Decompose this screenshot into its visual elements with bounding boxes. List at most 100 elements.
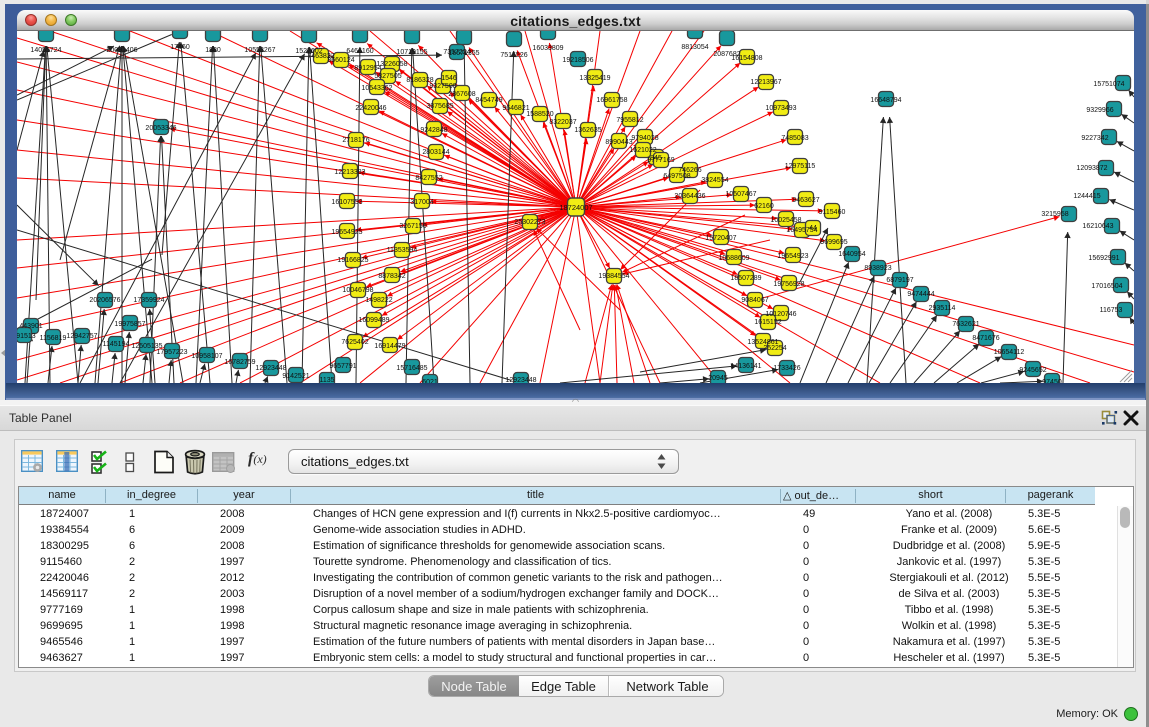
svg-text:9242848: 9242848 xyxy=(420,127,447,134)
svg-text:10025458: 10025458 xyxy=(770,217,801,224)
svg-text:9327508: 9327508 xyxy=(429,83,456,90)
svg-text:1621022: 1621022 xyxy=(629,147,656,154)
svg-text:8427552: 8427552 xyxy=(415,175,442,182)
svg-text:12923448: 12923448 xyxy=(255,365,286,372)
svg-text:3824554: 3824554 xyxy=(701,177,728,184)
svg-text:19975857: 19975857 xyxy=(114,321,145,328)
svg-text:6021: 6021 xyxy=(422,379,438,383)
svg-text:16107553: 16107553 xyxy=(331,199,362,206)
svg-text:19654923: 19654923 xyxy=(777,253,808,260)
svg-text:1156819: 1156819 xyxy=(40,335,67,342)
svg-text:19166825: 19166825 xyxy=(337,257,368,264)
svg-text:12213967: 12213967 xyxy=(750,79,781,86)
svg-text:8454749: 8454749 xyxy=(475,97,502,104)
svg-text:10688609: 10688609 xyxy=(718,255,749,262)
svg-text:12975115: 12975115 xyxy=(785,163,816,170)
svg-text:9329966: 9329966 xyxy=(1086,107,1113,114)
svg-text:12923448: 12923448 xyxy=(505,377,536,383)
svg-text:9794028: 9794028 xyxy=(631,135,658,142)
svg-text:18507289: 18507289 xyxy=(730,275,761,282)
svg-text:6497508: 6497508 xyxy=(663,173,690,180)
svg-text:1615152: 1615152 xyxy=(754,319,781,326)
svg-text:10507467: 10507467 xyxy=(725,191,756,198)
svg-text:97450: 97450 xyxy=(1042,379,1062,383)
svg-text:8660124: 8660124 xyxy=(327,57,354,64)
svg-text:14055724: 14055724 xyxy=(30,47,61,54)
svg-text:15716485: 15716485 xyxy=(396,365,427,372)
svg-text:17359924: 17359924 xyxy=(133,297,164,304)
svg-text:1546: 1546 xyxy=(441,75,457,82)
svg-text:20206576: 20206576 xyxy=(89,297,120,304)
svg-text:19218506: 19218506 xyxy=(562,57,593,64)
svg-text:7955812: 7955812 xyxy=(616,117,643,124)
svg-text:20053346: 20053346 xyxy=(145,125,176,132)
svg-text:12213383: 12213383 xyxy=(334,169,365,176)
svg-text:62160: 62160 xyxy=(754,203,774,210)
svg-text:5827505: 5827505 xyxy=(374,73,401,80)
svg-text:391513: 391513 xyxy=(17,333,36,340)
svg-text:22420046: 22420046 xyxy=(355,105,386,112)
svg-text:8471676: 8471676 xyxy=(972,335,999,342)
svg-text:443901: 443901 xyxy=(19,323,42,330)
svg-text:2935114: 2935114 xyxy=(929,305,956,312)
svg-text:10543362: 10543362 xyxy=(361,85,392,92)
svg-text:1733426: 1733426 xyxy=(773,365,800,372)
svg-text:8322037: 8322037 xyxy=(549,119,576,126)
svg-text:10120746: 10120746 xyxy=(765,311,796,318)
svg-text:2718176: 2718176 xyxy=(342,137,369,144)
svg-text:20091406: 20091406 xyxy=(106,47,137,54)
svg-text:10046798: 10046798 xyxy=(342,287,373,294)
svg-text:17957223: 17957223 xyxy=(156,349,187,356)
svg-text:9142521: 9142521 xyxy=(282,373,309,380)
svg-text:16210643: 16210643 xyxy=(1082,223,1113,230)
svg-text:8990443: 8990443 xyxy=(605,139,632,146)
svg-text:1135: 1135 xyxy=(319,377,334,383)
svg-text:16914479: 16914479 xyxy=(374,343,405,350)
svg-text:9657791: 9657791 xyxy=(329,363,356,370)
svg-text:7485083: 7485083 xyxy=(781,135,808,142)
svg-text:9245652: 9245652 xyxy=(1019,367,1046,374)
svg-text:16782759: 16782759 xyxy=(224,359,255,366)
svg-text:15692991: 15692991 xyxy=(1088,255,1119,262)
svg-text:15720407: 15720407 xyxy=(705,235,736,242)
svg-text:8938923: 8938923 xyxy=(864,265,891,272)
svg-text:25302273: 25302273 xyxy=(514,219,545,226)
svg-text:8878342: 8878342 xyxy=(378,273,405,280)
svg-text:3875685: 3875685 xyxy=(426,103,453,110)
svg-text:13325419: 13325419 xyxy=(579,75,610,82)
svg-text:17016504: 17016504 xyxy=(1091,283,1122,290)
svg-text:7357224: 7357224 xyxy=(443,49,470,56)
svg-text:8813054: 8813054 xyxy=(681,44,708,51)
svg-text:3267150: 3267150 xyxy=(399,223,426,230)
svg-text:9227342: 9227342 xyxy=(1081,135,1108,142)
svg-text:9463627: 9463627 xyxy=(792,197,819,204)
svg-text:19756928: 19756928 xyxy=(773,281,804,288)
svg-text:3215958: 3215958 xyxy=(1041,211,1068,218)
svg-text:1145194: 1145194 xyxy=(103,341,130,348)
svg-text:11353594: 11353594 xyxy=(387,247,418,254)
svg-text:252254: 252254 xyxy=(763,345,786,352)
svg-text:17460: 17460 xyxy=(170,44,190,51)
svg-text:1880: 1880 xyxy=(205,47,221,54)
svg-text:9699695: 9699695 xyxy=(820,239,847,246)
svg-text:16099489: 16099489 xyxy=(358,317,389,324)
svg-text:15751074: 15751074 xyxy=(1093,81,1124,88)
svg-text:10719155: 10719155 xyxy=(396,49,427,56)
svg-text:2867608: 2867608 xyxy=(448,91,475,98)
svg-text:20364436: 20364436 xyxy=(674,193,705,200)
svg-text:2803144: 2803144 xyxy=(422,149,449,156)
svg-text:1362635: 1362635 xyxy=(574,127,601,134)
svg-text:16648794: 16648794 xyxy=(870,97,901,104)
svg-text:1640954: 1640954 xyxy=(838,251,865,258)
svg-text:16033809: 16033809 xyxy=(532,45,563,52)
svg-text:9777169: 9777169 xyxy=(647,157,674,164)
svg-text:44: 44 xyxy=(809,225,817,232)
svg-text:16154808: 16154808 xyxy=(731,55,762,62)
svg-text:9474444: 9474444 xyxy=(907,291,934,298)
svg-text:1588520: 1588520 xyxy=(526,111,553,118)
svg-text:12093872: 12093872 xyxy=(1076,165,1107,172)
svg-text:10973493: 10973493 xyxy=(765,105,796,112)
svg-text:7632621: 7632621 xyxy=(952,321,979,328)
svg-text:10654112: 10654112 xyxy=(994,349,1025,356)
svg-text:6879197: 6879197 xyxy=(886,277,913,284)
